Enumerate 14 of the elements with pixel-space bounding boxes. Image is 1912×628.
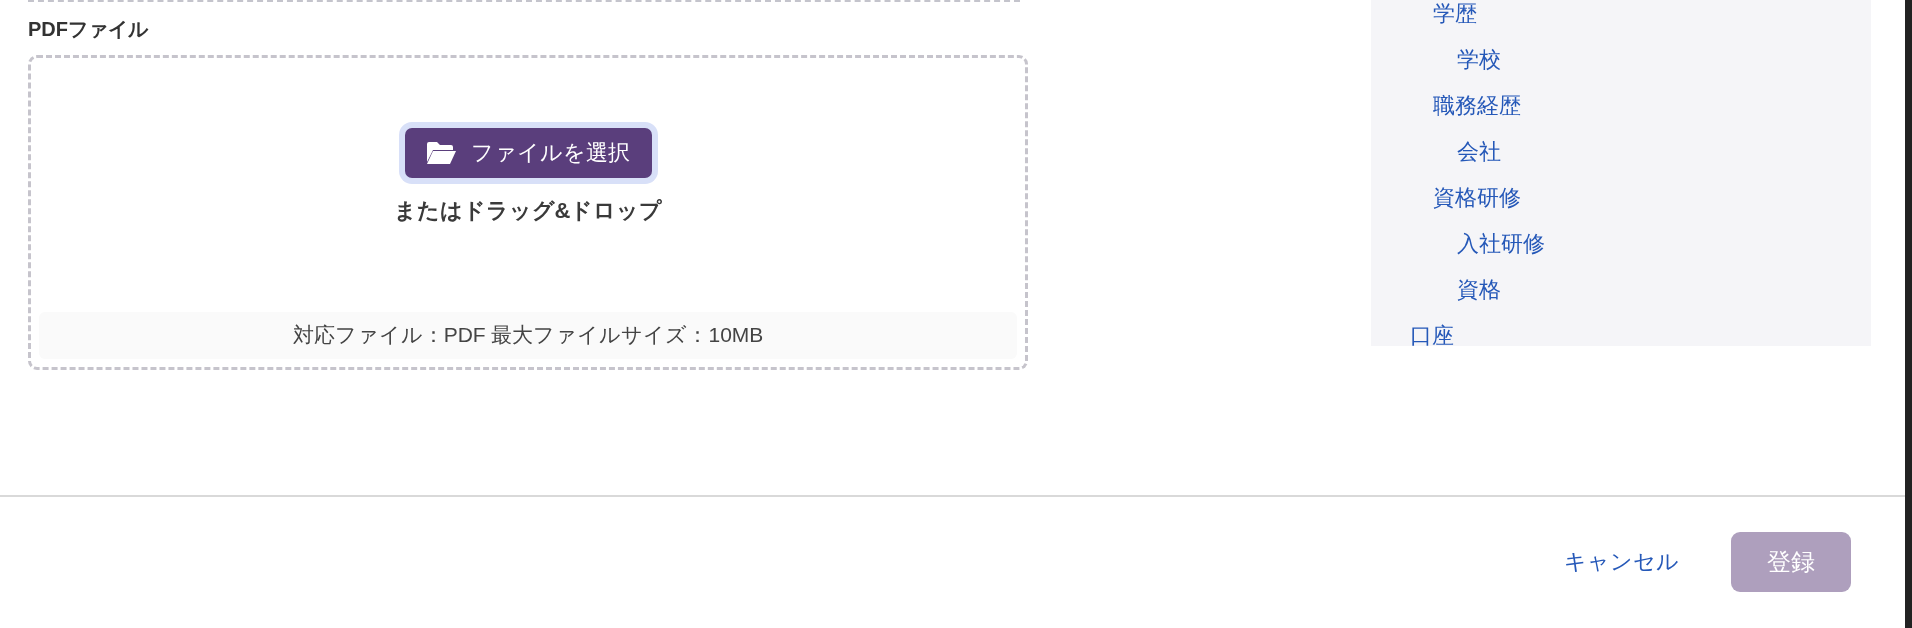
folder-icon	[424, 140, 457, 166]
drop-hint: またはドラッグ&ドロップ	[393, 197, 663, 225]
outline-link[interactable]: 学校	[1457, 37, 1501, 83]
file-requirements: 対応ファイル：PDF 最大ファイルサイズ：10MB	[39, 312, 1017, 359]
outline-link[interactable]: 学歴	[1433, 0, 1477, 37]
cancel-link[interactable]: キャンセル	[1564, 546, 1679, 577]
outline-link[interactable]: 資格研修	[1433, 175, 1521, 221]
outline-link[interactable]: 口座	[1410, 313, 1454, 346]
field-label: PDFファイル	[28, 17, 150, 42]
outline-link[interactable]: 入社研修	[1457, 221, 1545, 267]
drop-zone[interactable]: ファイルを選択 またはドラッグ&ドロップ 対応ファイル：PDF 最大ファイルサイズ：10MB	[28, 55, 1028, 370]
outline-link[interactable]: 資格	[1457, 267, 1501, 313]
outline-link[interactable]: 職務経歴	[1433, 83, 1521, 129]
outline-link[interactable]: 会社	[1457, 129, 1501, 175]
